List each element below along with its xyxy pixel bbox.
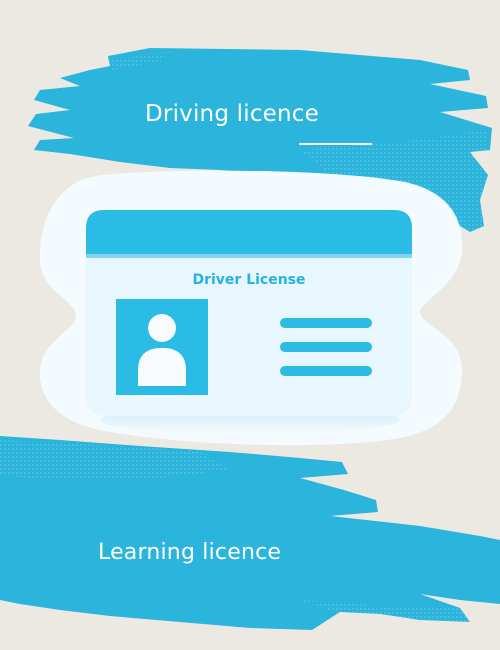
license-card: Driver License — [86, 210, 412, 416]
card-title: Driver License — [192, 272, 305, 288]
learning-licence-label: Learning licence — [98, 540, 282, 565]
info-lines — [280, 318, 372, 376]
title-underline — [299, 143, 372, 145]
driving-licence-label: Driving licence — [145, 101, 319, 127]
poster: Driver License Driving licence Learning … — [0, 0, 500, 650]
bottom-brush-stroke — [0, 436, 500, 630]
